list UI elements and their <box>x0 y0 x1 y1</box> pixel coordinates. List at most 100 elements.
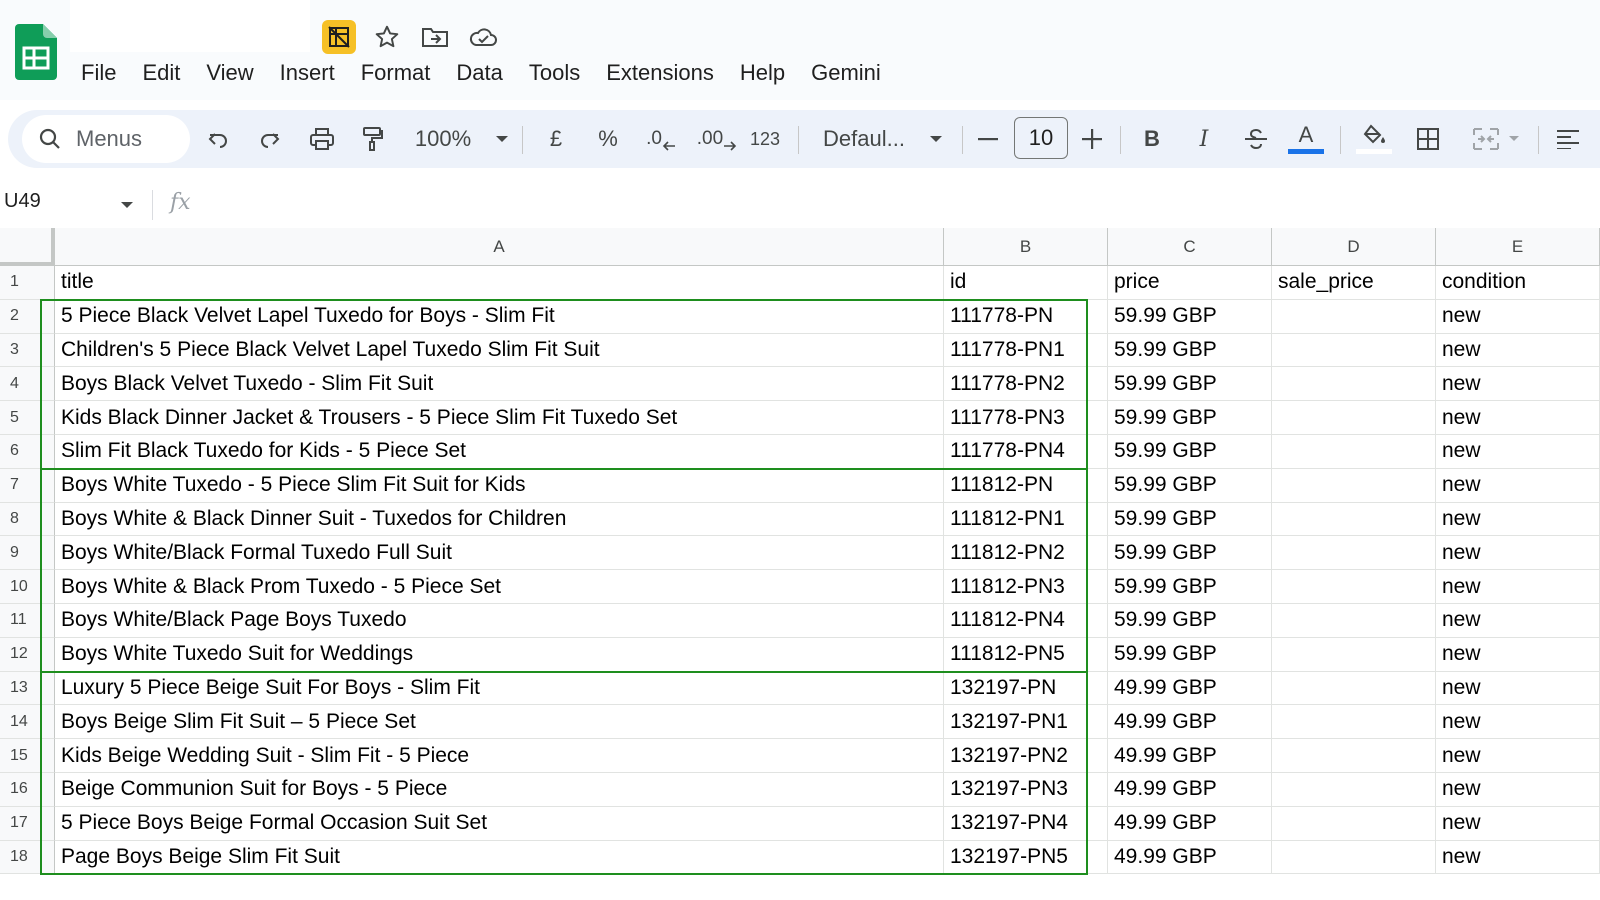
table-cell[interactable]: 111778-PN <box>944 299 1108 334</box>
menu-format[interactable]: Format <box>348 58 444 88</box>
table-cell[interactable]: new <box>1436 739 1600 773</box>
table-cell[interactable]: 59.99 GBP <box>1108 604 1272 638</box>
row-header[interactable]: 14 <box>0 705 55 740</box>
table-cell[interactable]: 132197-PN2 <box>944 739 1108 773</box>
table-cell[interactable]: 111812-PN5 <box>944 637 1108 672</box>
header-cell[interactable]: condition <box>1436 266 1600 300</box>
row-header[interactable]: 9 <box>0 536 55 571</box>
row-header[interactable]: 18 <box>0 840 55 875</box>
table-cell[interactable]: Children's 5 Piece Black Velvet Lapel Tu… <box>55 333 944 368</box>
table-cell[interactable]: new <box>1436 604 1600 638</box>
table-cell[interactable]: Luxury 5 Piece Beige Suit For Boys - Sli… <box>55 671 944 706</box>
table-cell[interactable]: Boys Beige Slim Fit Suit – 5 Piece Set <box>55 705 944 740</box>
table-cell[interactable]: 49.99 GBP <box>1108 671 1272 706</box>
table-cell[interactable]: 111778-PN2 <box>944 367 1108 402</box>
table-cell[interactable]: new <box>1436 671 1600 706</box>
sheets-logo-icon[interactable] <box>15 24 57 80</box>
fill-color-button[interactable] <box>1352 110 1396 168</box>
menu-view[interactable]: View <box>193 58 266 88</box>
row-header[interactable]: 12 <box>0 637 55 672</box>
table-cell[interactable]: Boys White & Black Prom Tuxedo - 5 Piece… <box>55 570 944 604</box>
table-cell[interactable] <box>1272 840 1436 875</box>
table-cell[interactable]: 59.99 GBP <box>1108 637 1272 672</box>
document-title[interactable] <box>70 0 310 52</box>
row-header[interactable]: 1 <box>0 266 55 300</box>
borders-icon[interactable] <box>1406 110 1450 168</box>
menu-insert[interactable]: Insert <box>267 58 348 88</box>
table-cell[interactable]: 132197-PN <box>944 671 1108 706</box>
table-cell[interactable]: new <box>1436 502 1600 537</box>
table-cell[interactable]: Page Boys Beige Slim Fit Suit <box>55 840 944 875</box>
number-format-button[interactable]: 123 <box>742 110 788 168</box>
table-cell[interactable] <box>1272 637 1436 672</box>
menu-tools[interactable]: Tools <box>516 58 593 88</box>
table-cell[interactable]: 111812-PN4 <box>944 604 1108 638</box>
table-cell[interactable]: 59.99 GBP <box>1108 570 1272 604</box>
table-cell[interactable]: new <box>1436 401 1600 435</box>
table-cell[interactable]: 49.99 GBP <box>1108 840 1272 875</box>
header-cell[interactable]: id <box>944 266 1108 300</box>
table-cell[interactable]: 132197-PN1 <box>944 705 1108 740</box>
table-cell[interactable]: new <box>1436 840 1600 875</box>
table-cell[interactable]: Boys White Tuxedo - 5 Piece Slim Fit Sui… <box>55 468 944 503</box>
column-header-a[interactable]: A <box>55 228 944 266</box>
row-header[interactable]: 4 <box>0 367 55 402</box>
table-cell[interactable]: 132197-PN3 <box>944 773 1108 807</box>
menu-extensions[interactable]: Extensions <box>593 58 727 88</box>
table-cell[interactable]: 49.99 GBP <box>1108 773 1272 807</box>
font-size-input[interactable]: 10 <box>1014 117 1068 159</box>
increase-font-size-button[interactable] <box>1072 110 1112 168</box>
table-cell[interactable]: 59.99 GBP <box>1108 333 1272 368</box>
search-menus-input[interactable]: Menus <box>22 115 190 163</box>
table-cell[interactable] <box>1272 773 1436 807</box>
table-cell[interactable]: 111812-PN <box>944 468 1108 503</box>
menu-gemini[interactable]: Gemini <box>798 58 894 88</box>
table-cell[interactable]: Boys White Tuxedo Suit for Weddings <box>55 637 944 672</box>
table-cell[interactable]: 59.99 GBP <box>1108 401 1272 435</box>
paint-format-icon[interactable] <box>350 110 394 168</box>
column-header-d[interactable]: D <box>1272 228 1436 266</box>
table-cell[interactable]: 49.99 GBP <box>1108 739 1272 773</box>
italic-button[interactable]: I <box>1182 110 1226 168</box>
redo-icon[interactable] <box>248 110 292 168</box>
row-header[interactable]: 10 <box>0 570 55 604</box>
row-header[interactable]: 7 <box>0 468 55 503</box>
move-to-folder-icon[interactable] <box>418 20 452 54</box>
header-cell[interactable]: sale_price <box>1272 266 1436 300</box>
table-cell[interactable] <box>1272 367 1436 402</box>
cloud-status-icon[interactable] <box>466 20 500 54</box>
format-percent-button[interactable]: % <box>586 110 630 168</box>
font-select[interactable]: Defaul... <box>812 110 954 168</box>
row-header[interactable]: 16 <box>0 773 55 807</box>
row-header[interactable]: 6 <box>0 435 55 469</box>
table-cell[interactable]: 132197-PN5 <box>944 840 1108 875</box>
menu-data[interactable]: Data <box>443 58 515 88</box>
table-cell[interactable]: new <box>1436 637 1600 672</box>
table-cell[interactable]: new <box>1436 468 1600 503</box>
increase-decimal-button[interactable]: .00 <box>692 110 742 168</box>
table-cell[interactable]: new <box>1436 333 1600 368</box>
table-cell[interactable] <box>1272 705 1436 740</box>
table-cell[interactable]: 59.99 GBP <box>1108 367 1272 402</box>
table-cell[interactable]: 5 Piece Black Velvet Lapel Tuxedo for Bo… <box>55 299 944 334</box>
menu-edit[interactable]: Edit <box>129 58 193 88</box>
row-header[interactable]: 3 <box>0 333 55 368</box>
table-cell[interactable]: new <box>1436 435 1600 469</box>
row-header[interactable]: 13 <box>0 671 55 706</box>
table-cell[interactable] <box>1272 468 1436 503</box>
table-cell[interactable]: 5 Piece Boys Beige Formal Occasion Suit … <box>55 806 944 841</box>
table-cell[interactable]: Boys Black Velvet Tuxedo - Slim Fit Suit <box>55 367 944 402</box>
hide-gridlines-icon[interactable] <box>322 20 356 54</box>
decrease-font-size-button[interactable] <box>968 110 1008 168</box>
table-cell[interactable]: 132197-PN4 <box>944 806 1108 841</box>
table-cell[interactable]: new <box>1436 806 1600 841</box>
table-cell[interactable]: Boys White & Black Dinner Suit - Tuxedos… <box>55 502 944 537</box>
table-cell[interactable]: 111812-PN2 <box>944 536 1108 571</box>
table-cell[interactable]: 111778-PN4 <box>944 435 1108 469</box>
column-header-b[interactable]: B <box>944 228 1108 266</box>
print-icon[interactable] <box>300 110 344 168</box>
table-cell[interactable]: 111812-PN3 <box>944 570 1108 604</box>
row-header[interactable]: 2 <box>0 299 55 334</box>
row-header[interactable]: 5 <box>0 401 55 435</box>
table-cell[interactable]: 49.99 GBP <box>1108 806 1272 841</box>
